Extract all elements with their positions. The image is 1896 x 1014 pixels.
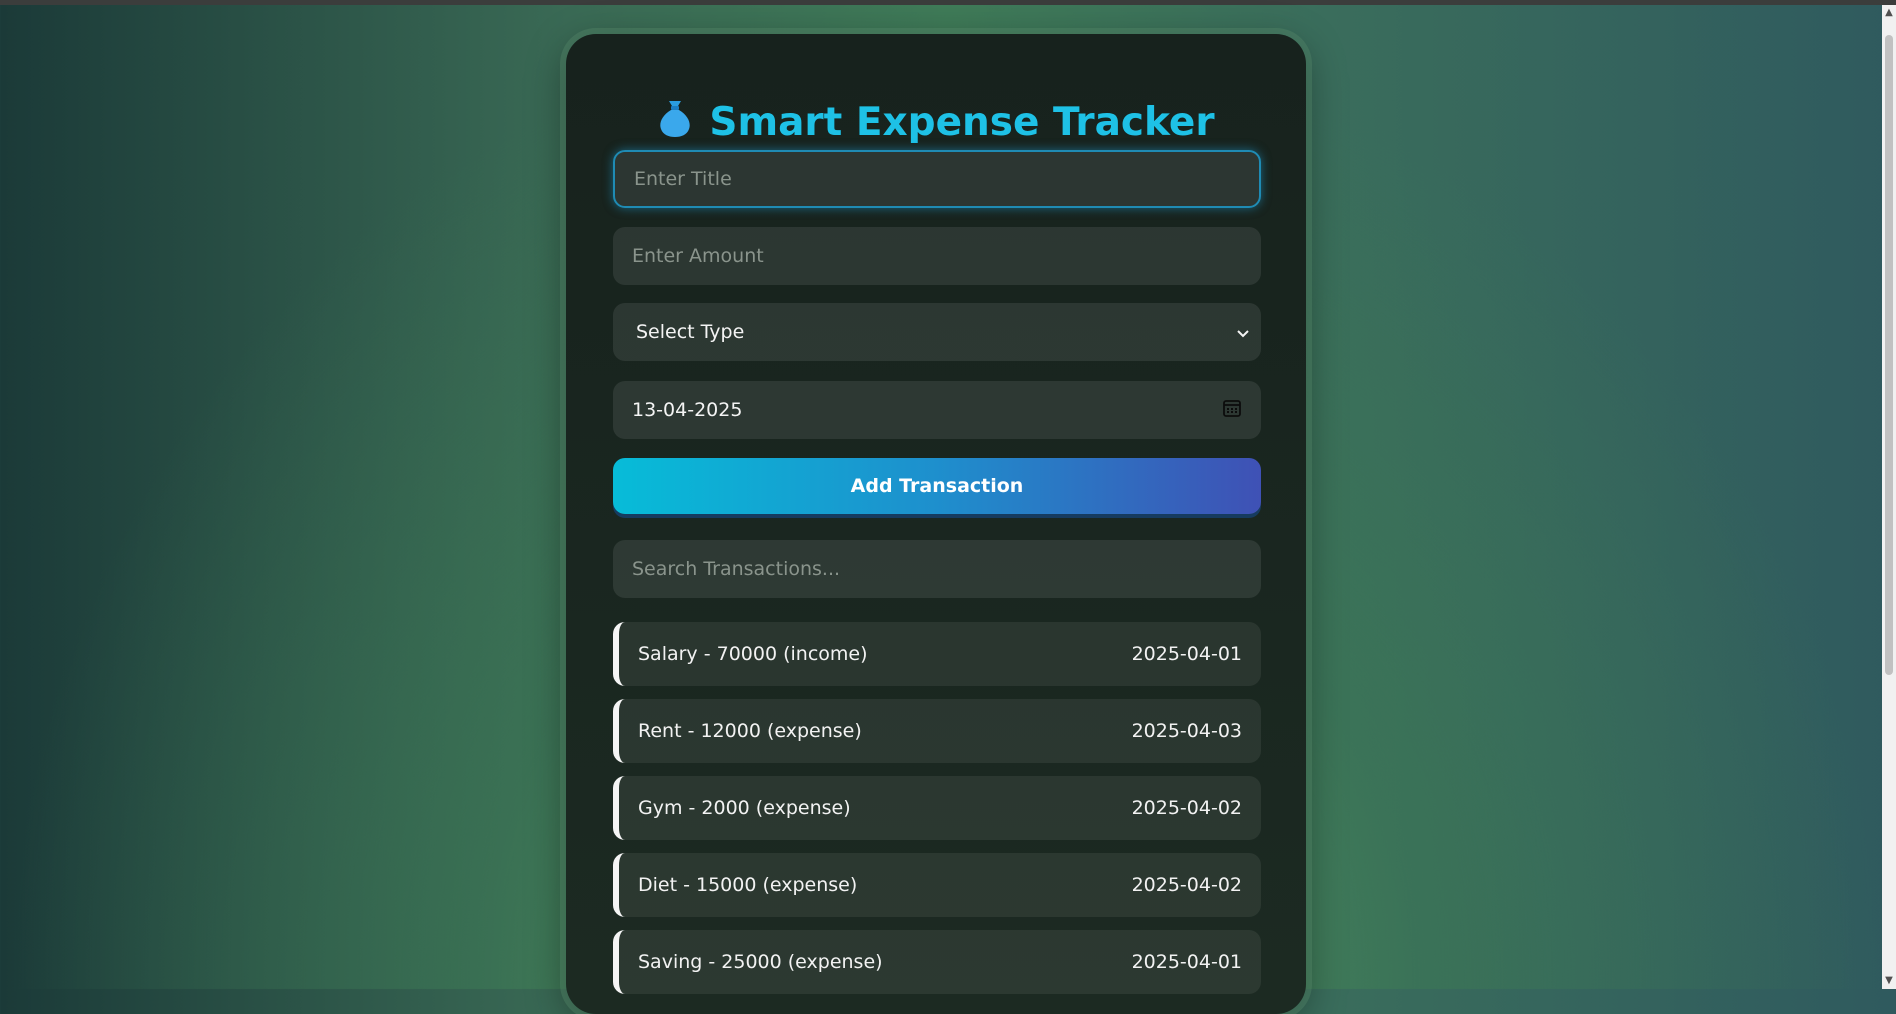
- transaction-date: 2025-04-01: [1131, 951, 1242, 973]
- title-input[interactable]: [613, 150, 1261, 208]
- type-select-value: Select Type: [636, 321, 745, 343]
- search-input[interactable]: [613, 540, 1261, 598]
- transaction-date: 2025-04-02: [1131, 797, 1242, 819]
- transaction-text: Salary - 70000 (income): [638, 643, 868, 665]
- transaction-date: 2025-04-01: [1131, 643, 1242, 665]
- transaction-date: 2025-04-03: [1131, 720, 1242, 742]
- transaction-date: 2025-04-02: [1131, 874, 1242, 896]
- transaction-text: Rent - 12000 (expense): [638, 720, 862, 742]
- title-text: Smart Expense Tracker: [709, 100, 1215, 145]
- date-value: 13-04-2025: [632, 399, 743, 421]
- page-scrollbar[interactable]: ▲ ▼: [1882, 5, 1896, 989]
- chevron-down-icon: [1237, 323, 1249, 342]
- transaction-text: Saving - 25000 (expense): [638, 951, 883, 973]
- amount-input[interactable]: [613, 227, 1261, 285]
- type-select[interactable]: Select Type: [613, 303, 1261, 361]
- transaction-text: Gym - 2000 (expense): [638, 797, 851, 819]
- transaction-text: Diet - 15000 (expense): [638, 874, 858, 896]
- calendar-icon[interactable]: [1222, 398, 1242, 423]
- tracker-card: Smart Expense Tracker Select Type 13-04-…: [566, 34, 1306, 1014]
- date-input[interactable]: 13-04-2025: [613, 381, 1261, 439]
- transaction-item[interactable]: Gym - 2000 (expense) 2025-04-02: [613, 776, 1261, 840]
- transaction-item[interactable]: Rent - 12000 (expense) 2025-04-03: [613, 699, 1261, 763]
- scroll-up-icon[interactable]: ▲: [1882, 5, 1896, 21]
- transaction-item[interactable]: Salary - 70000 (income) 2025-04-01: [613, 622, 1261, 686]
- scroll-down-icon[interactable]: ▼: [1882, 973, 1896, 989]
- browser-top-edge: [0, 0, 1896, 5]
- money-bag-icon: [657, 98, 693, 148]
- scrollbar-thumb[interactable]: [1885, 35, 1893, 675]
- page-title: Smart Expense Tracker: [566, 98, 1306, 148]
- transaction-item[interactable]: Diet - 15000 (expense) 2025-04-02: [613, 853, 1261, 917]
- add-transaction-button[interactable]: Add Transaction: [613, 458, 1261, 514]
- transaction-item[interactable]: Saving - 25000 (expense) 2025-04-01: [613, 930, 1261, 994]
